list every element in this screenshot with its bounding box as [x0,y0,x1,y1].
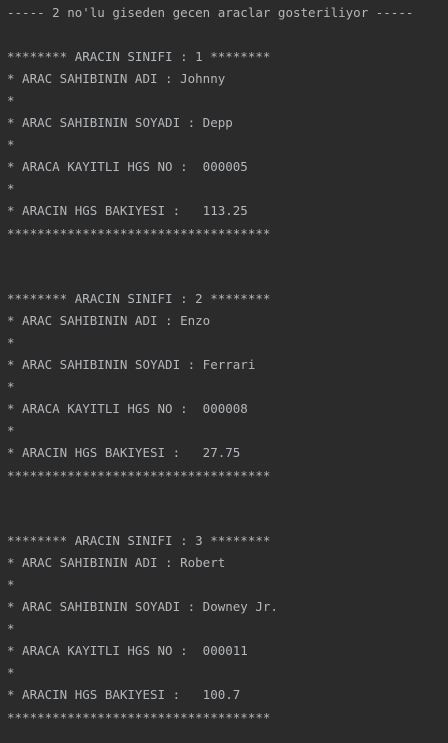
vehicle-owner-name: * ARAC SAHIBININ ADI : Johnny [7,71,226,86]
vehicle-separator: * [7,335,15,350]
vehicle-hgs-no: * ARACA KAYITLI HGS NO : 000011 [7,643,248,658]
vehicle-owner-surname: * ARAC SAHIBININ SOYADI : Ferrari [7,357,256,372]
vehicle-class-line: ******** ARACIN SINIFI : 3 ******** [7,533,271,548]
vehicle-owner-surname: * ARAC SAHIBININ SOYADI : Depp [7,115,233,130]
vehicle-hgs-no: * ARACA KAYITLI HGS NO : 000005 [7,159,248,174]
vehicle-owner-surname: * ARAC SAHIBININ SOYADI : Downey Jr. [7,599,278,614]
vehicle-separator: * [7,577,15,592]
vehicle-class-line: ******** ARACIN SINIFI : 1 ******** [7,49,271,64]
vehicle-class-line: ******** ARACIN SINIFI : 2 ******** [7,291,271,306]
vehicle-balance: * ARACIN HGS BAKIYESI : 100.7 [7,687,241,702]
vehicle-separator: * [7,379,15,394]
vehicle-separator: * [7,137,15,152]
console-output: ----- 2 no'lu giseden gecen araclar gost… [0,0,448,743]
vehicle-owner-name: * ARAC SAHIBININ ADI : Robert [7,555,226,570]
vehicle-separator: * [7,93,15,108]
vehicle-owner-name: * ARAC SAHIBININ ADI : Enzo [7,313,211,328]
vehicle-hgs-no: * ARACA KAYITLI HGS NO : 000008 [7,401,248,416]
console-header: ----- 2 no'lu giseden gecen araclar gost… [7,5,414,20]
vehicle-balance: * ARACIN HGS BAKIYESI : 113.25 [7,203,248,218]
vehicle-footer: *********************************** [7,226,271,241]
vehicle-separator: * [7,423,15,438]
vehicle-footer: *********************************** [7,468,271,483]
vehicle-separator: * [7,621,15,636]
vehicle-footer: *********************************** [7,710,271,725]
vehicle-separator: * [7,181,15,196]
vehicle-balance: * ARACIN HGS BAKIYESI : 27.75 [7,445,241,460]
vehicle-separator: * [7,665,15,680]
